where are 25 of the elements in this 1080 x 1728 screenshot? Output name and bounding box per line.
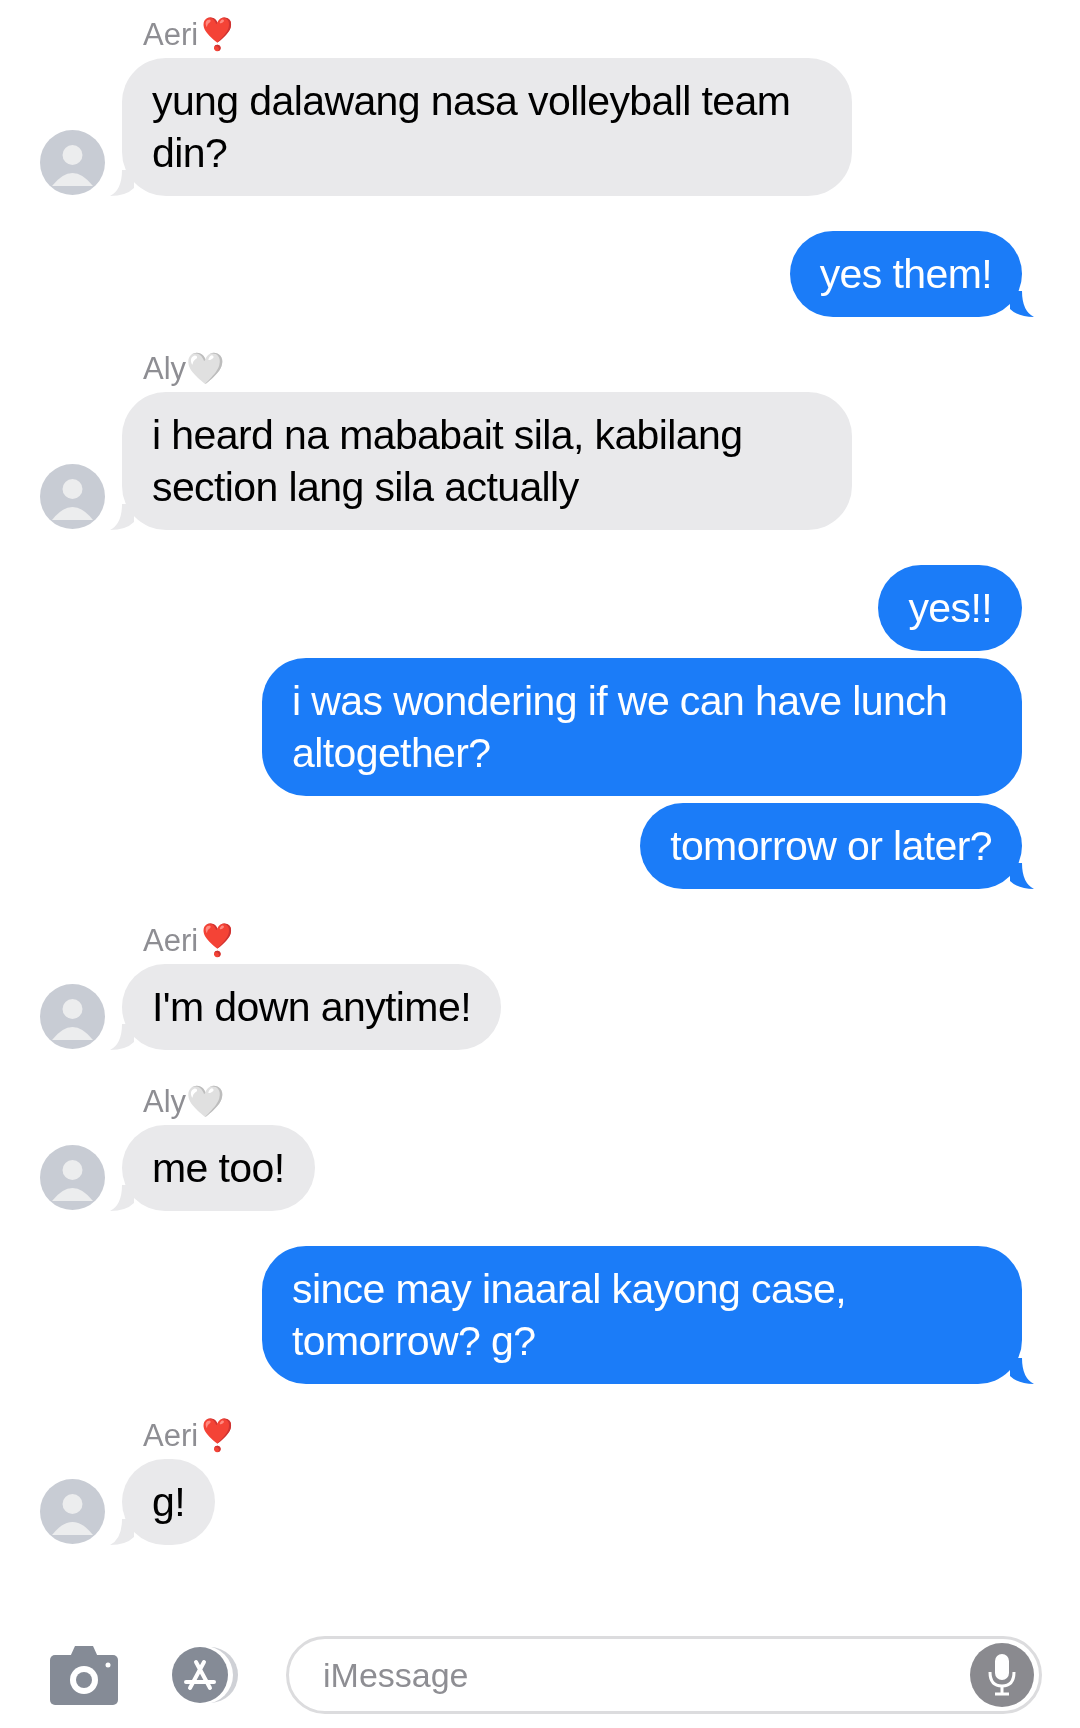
avatar: [40, 984, 105, 1049]
avatar: [40, 464, 105, 529]
sender-name: Aeri❣: [143, 1419, 238, 1453]
message-bubble: me too!: [122, 1125, 315, 1211]
sender-name: Aly🤍: [143, 1085, 226, 1119]
microphone-icon: [987, 1654, 1017, 1696]
message-bubble: g!: [122, 1459, 215, 1545]
message-bubble: yung dalawang nasa volleyball team din?: [122, 58, 852, 196]
avatar: [40, 1479, 105, 1544]
message-bubble: I'm down anytime!: [122, 964, 501, 1050]
camera-icon[interactable]: [50, 1645, 118, 1705]
message-field[interactable]: iMessage: [286, 1636, 1042, 1714]
message-input[interactable]: iMessage: [321, 1654, 970, 1696]
avatar: [40, 1145, 105, 1210]
message-bubble: tomorrow or later?: [640, 803, 1022, 889]
sender-name: Aly🤍: [143, 352, 226, 386]
message-bubble: i was wondering if we can have lunch altogether?: [262, 658, 1022, 796]
message-bubble: since may inaaral kayong case, tomorrow? g?: [262, 1246, 1022, 1384]
sender-name: Aeri❣: [143, 18, 238, 52]
avatar: [40, 130, 105, 195]
microphone-button[interactable]: [970, 1643, 1034, 1707]
message-bubble: yes!!: [878, 565, 1022, 651]
message-bubble: i heard na mababait sila, kabilang section lang sila actually: [122, 392, 852, 530]
message-bubble: yes them!: [789, 231, 1022, 317]
sender-name: Aeri❣: [143, 924, 238, 958]
